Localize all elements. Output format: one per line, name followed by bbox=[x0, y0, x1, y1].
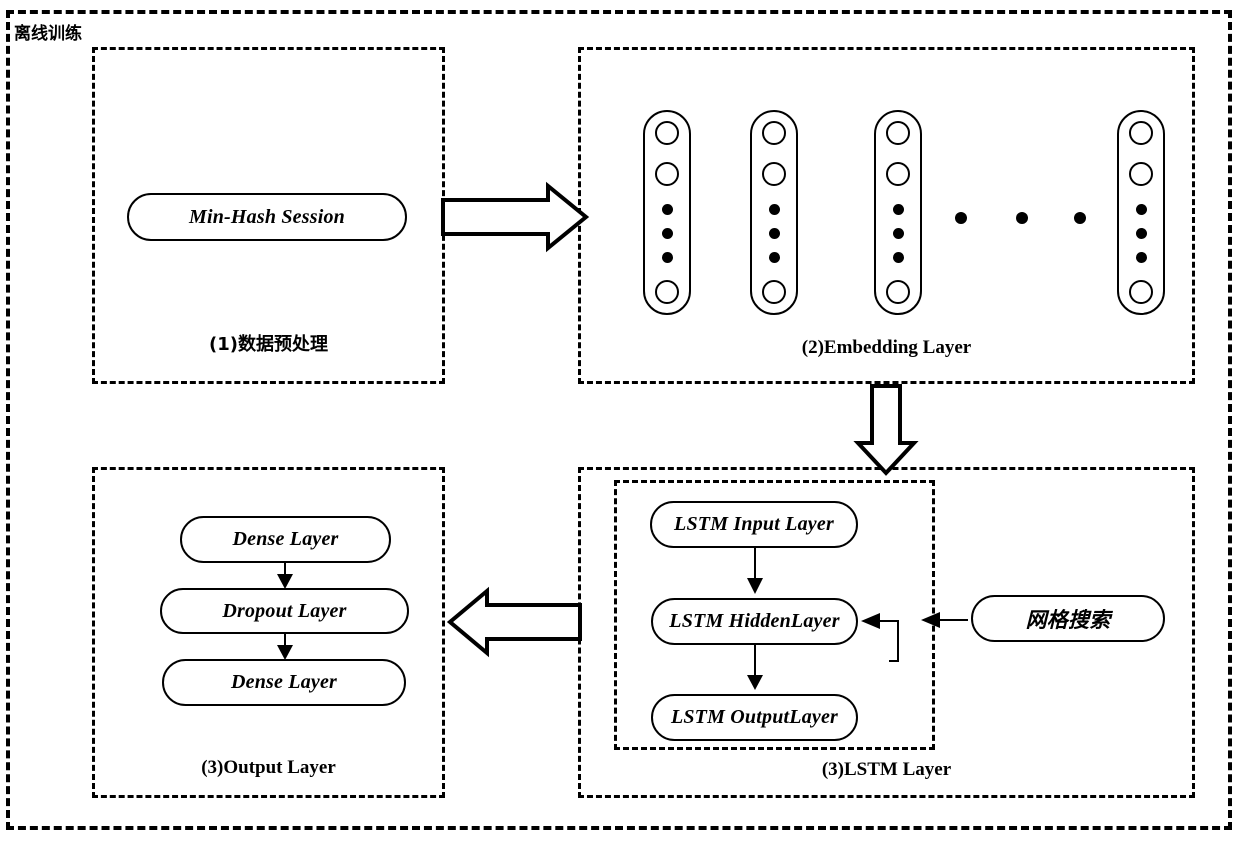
neuron bbox=[762, 162, 786, 187]
preprocess-caption: (1)数据预处理 bbox=[209, 334, 328, 355]
min-hash-session-node[interactable]: Min-Hash Session bbox=[127, 193, 407, 241]
vertical-ellipsis-icon bbox=[768, 203, 780, 263]
embedding-caption: (2)Embedding Layer bbox=[801, 337, 972, 358]
horizontal-ellipsis-dot bbox=[1016, 212, 1028, 224]
output-node-dropout[interactable]: Dropout Layer bbox=[160, 588, 409, 634]
output-node-dense-2[interactable]: Dense Layer bbox=[162, 659, 406, 706]
neuron bbox=[1129, 162, 1153, 187]
neuron bbox=[762, 121, 786, 145]
embedding-capsule-2 bbox=[750, 110, 798, 315]
horizontal-ellipsis-dot bbox=[955, 212, 967, 224]
grid-search-node[interactable]: 网格搜索 bbox=[971, 595, 1165, 642]
output-caption: (3)Output Layer bbox=[201, 757, 336, 778]
offline-training-label: 离线训练 bbox=[14, 24, 82, 44]
neuron bbox=[886, 162, 910, 187]
lstm-hidden-layer-node[interactable]: LSTM HiddenLayer bbox=[651, 598, 858, 645]
vertical-ellipsis-icon bbox=[661, 203, 673, 263]
embedding-capsule-4 bbox=[1117, 110, 1165, 315]
vertical-ellipsis-icon bbox=[1135, 203, 1147, 263]
neuron bbox=[1129, 121, 1153, 145]
diagram-canvas: 离线训练 Min-Hash Session (1)数据预处理 (2)Embedd… bbox=[0, 0, 1240, 845]
neuron bbox=[762, 279, 786, 304]
lstm-caption: (3)LSTM Layer bbox=[821, 759, 952, 780]
neuron bbox=[886, 121, 910, 145]
neuron bbox=[1129, 279, 1153, 304]
neuron bbox=[886, 279, 910, 304]
neuron bbox=[655, 279, 679, 304]
output-node-dense-1[interactable]: Dense Layer bbox=[180, 516, 391, 563]
embedding-capsule-1 bbox=[643, 110, 691, 315]
horizontal-ellipsis-dot bbox=[1074, 212, 1086, 224]
lstm-output-layer-node[interactable]: LSTM OutputLayer bbox=[651, 694, 858, 741]
neuron bbox=[655, 162, 679, 187]
lstm-input-layer-node[interactable]: LSTM Input Layer bbox=[650, 501, 858, 548]
vertical-ellipsis-icon bbox=[892, 203, 904, 263]
neuron bbox=[655, 121, 679, 145]
embedding-capsule-3 bbox=[874, 110, 922, 315]
